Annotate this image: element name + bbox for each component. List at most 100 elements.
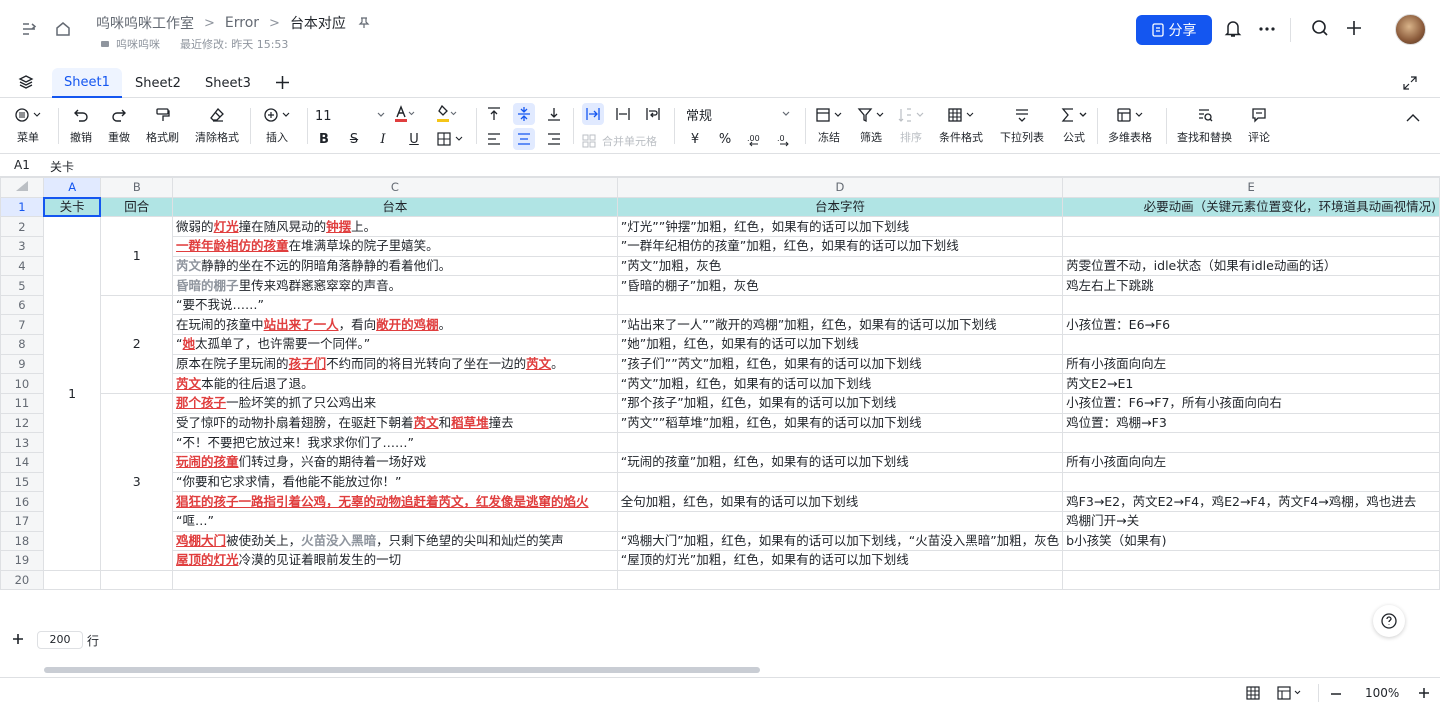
percent-icon[interactable]: % <box>714 128 736 150</box>
round-cell[interactable]: 3 <box>100 393 174 571</box>
animation-cell[interactable]: 鸡位置：鸡棚→F3 <box>1062 412 1440 434</box>
zoom-in-icon[interactable] <box>1418 687 1430 699</box>
collapse-toolbar-icon[interactable] <box>1405 110 1421 126</box>
scrollbar-thumb[interactable] <box>44 667 760 673</box>
animation-cell[interactable] <box>1062 334 1440 355</box>
tab-sheet1[interactable]: Sheet1 <box>52 68 122 98</box>
undo-button[interactable]: 撤销 <box>70 104 92 145</box>
script-cell[interactable] <box>172 569 618 591</box>
bold-icon[interactable]: B <box>313 128 335 150</box>
animation-cell[interactable]: 小孩位置：E6→F6 <box>1062 314 1440 336</box>
char-note-cell[interactable]: ”芮文””稻草堆”加粗，红色，如果有的话可以加下划线 <box>616 412 1064 434</box>
char-note-cell[interactable]: “玩闹的孩童”加粗，红色，如果有的话可以加下划线 <box>616 451 1064 473</box>
row-header[interactable]: 17 <box>0 510 44 532</box>
script-cell[interactable]: “你要和它求求情，看他能不能放过你！” <box>172 471 618 493</box>
row-header[interactable]: 20 <box>0 569 44 591</box>
round-cell[interactable]: 1 <box>100 216 174 296</box>
row-header[interactable]: 9 <box>0 353 44 375</box>
row-header[interactable]: 1 <box>0 196 44 218</box>
empty-cell[interactable] <box>42 569 102 591</box>
align-middle-icon[interactable] <box>513 103 535 125</box>
char-note-cell[interactable]: 台本字符 <box>616 196 1064 218</box>
plus-icon[interactable] <box>1345 19 1363 37</box>
row-header[interactable]: 6 <box>0 294 44 316</box>
animation-cell[interactable]: 所有小孩面向向左 <box>1062 353 1440 375</box>
filter-button[interactable]: 筛选 <box>857 104 885 145</box>
insert-button[interactable]: 插入 <box>263 104 291 145</box>
merge-cells-button[interactable]: 合并单元格 <box>582 133 657 149</box>
char-note-cell[interactable]: 全句加粗，红色，如果有的话可以加下划线 <box>616 491 1064 512</box>
script-cell[interactable]: 在玩闹的孩童中站出来了一人，看向敞开的鸡棚。 <box>172 314 618 336</box>
conditional-format-button[interactable]: 条件格式 <box>939 104 983 145</box>
char-note-cell[interactable]: ”一群年纪相仿的孩童”加粗，红色，如果有的话可以加下划线 <box>616 235 1064 257</box>
chevron-down-icon[interactable] <box>376 110 386 120</box>
row-header[interactable]: 18 <box>0 530 44 552</box>
align-left-icon[interactable] <box>483 128 505 150</box>
script-cell[interactable]: 屋顶的灯光冷漠的见证着眼前发生的一切 <box>172 550 618 571</box>
animation-cell[interactable]: b小孩笑（如果有) <box>1062 530 1440 552</box>
animation-cell[interactable] <box>1062 550 1440 571</box>
char-note-cell[interactable]: “鸡棚大门”加粗，红色，如果有的话可以加下划线，“火苗没入黑暗”加粗，灰色 <box>616 530 1064 552</box>
animation-cell[interactable] <box>1062 235 1440 257</box>
animation-cell[interactable] <box>1062 471 1440 493</box>
horizontal-scrollbar[interactable] <box>0 662 1440 676</box>
row-header[interactable]: 8 <box>0 334 44 355</box>
script-cell[interactable]: “要不我说……” <box>172 294 618 316</box>
script-cell[interactable]: 猖狂的孩子一路指引着公鸡，无辜的动物追赶着芮文，红发像是逃窜的焰火 <box>172 491 618 512</box>
multi-table-button[interactable]: 多维表格 <box>1108 104 1152 145</box>
row-header[interactable]: 4 <box>0 255 44 277</box>
pin-icon[interactable] <box>358 17 370 29</box>
script-cell[interactable]: 微弱的灯光撞在随风晃动的钟摆上。 <box>172 216 618 237</box>
align-top-icon[interactable] <box>483 103 505 125</box>
row-header[interactable]: 11 <box>0 393 44 414</box>
layout-view-icon[interactable] <box>1277 686 1303 700</box>
row-header[interactable]: 2 <box>0 216 44 237</box>
row-header[interactable]: 16 <box>0 491 44 512</box>
add-rows-icon[interactable] <box>12 633 24 645</box>
row-header[interactable]: 5 <box>0 275 44 296</box>
share-button[interactable]: 分享 <box>1136 15 1212 45</box>
menu-button[interactable]: 菜单 <box>14 104 42 145</box>
round-cell[interactable]: 2 <box>100 294 174 395</box>
corner-cell[interactable] <box>0 177 44 198</box>
border-icon[interactable] <box>436 128 468 150</box>
animation-cell[interactable] <box>1062 216 1440 237</box>
script-cell[interactable]: 芮文本能的往后退了退。 <box>172 373 618 395</box>
more-icon[interactable] <box>1258 20 1276 38</box>
add-sheet-icon[interactable] <box>275 75 290 90</box>
currency-icon[interactable]: ¥ <box>684 128 706 150</box>
animation-cell[interactable]: 鸡F3→E2，芮文E2→F4，鸡E2→F4，芮文F4→鸡棚，鸡也进去 <box>1062 491 1440 512</box>
italic-icon[interactable]: I <box>372 128 394 150</box>
decrease-decimal-icon[interactable]: .00 <box>744 128 766 150</box>
script-cell[interactable]: 鸡棚大门被使劲关上，火苗没入黑暗，只剩下绝望的尖叫和灿烂的笑声 <box>172 530 618 552</box>
grid-view-icon[interactable] <box>1246 686 1260 700</box>
underline-icon[interactable]: U <box>403 128 425 150</box>
script-cell[interactable]: “哐…” <box>172 510 618 532</box>
animation-cell[interactable]: 必要动画（关键元素位置变化，环境道具动画视情况) <box>1062 196 1440 218</box>
script-cell[interactable]: “她太孤单了，也许需要一个同伴。” <box>172 334 618 355</box>
cell-reference[interactable]: A1 <box>14 158 30 172</box>
column-header[interactable]: A <box>42 177 102 198</box>
add-rows-input[interactable]: 200 <box>37 631 83 649</box>
column-header[interactable]: D <box>616 177 1064 198</box>
wrap-icon[interactable] <box>642 103 664 125</box>
avatar[interactable] <box>1395 14 1426 45</box>
row-header[interactable]: 14 <box>0 451 44 473</box>
header-cell[interactable]: 台本 <box>172 196 618 218</box>
script-cell[interactable]: “不！不要把它放过来！我求求你们了……” <box>172 432 618 453</box>
script-cell[interactable]: 一群年龄相仿的孩童在堆满草垛的院子里嬉笑。 <box>172 235 618 257</box>
freeze-button[interactable]: 冻结 <box>815 104 843 145</box>
char-note-cell[interactable]: ”灯光””钟摆”加粗，红色，如果有的话可以加下划线 <box>616 216 1064 237</box>
clip-icon[interactable] <box>612 103 634 125</box>
animation-cell[interactable] <box>1062 432 1440 453</box>
breadcrumb-item[interactable]: 呜咪呜咪工作室 <box>96 13 194 33</box>
align-center-icon[interactable] <box>513 128 535 150</box>
script-cell[interactable]: 玩闹的孩童们转过身，兴奋的期待着一场好戏 <box>172 451 618 473</box>
script-cell[interactable]: 昏暗的棚子里传来鸡群窸窸窣窣的声音。 <box>172 275 618 296</box>
header-cell[interactable]: 回合 <box>100 196 174 218</box>
row-header[interactable]: 7 <box>0 314 44 336</box>
formula-button[interactable]: 公式 <box>1060 104 1088 145</box>
home-icon[interactable] <box>54 20 72 38</box>
tab-sheet2[interactable]: Sheet2 <box>123 68 193 98</box>
expand-icon[interactable] <box>1403 76 1417 90</box>
